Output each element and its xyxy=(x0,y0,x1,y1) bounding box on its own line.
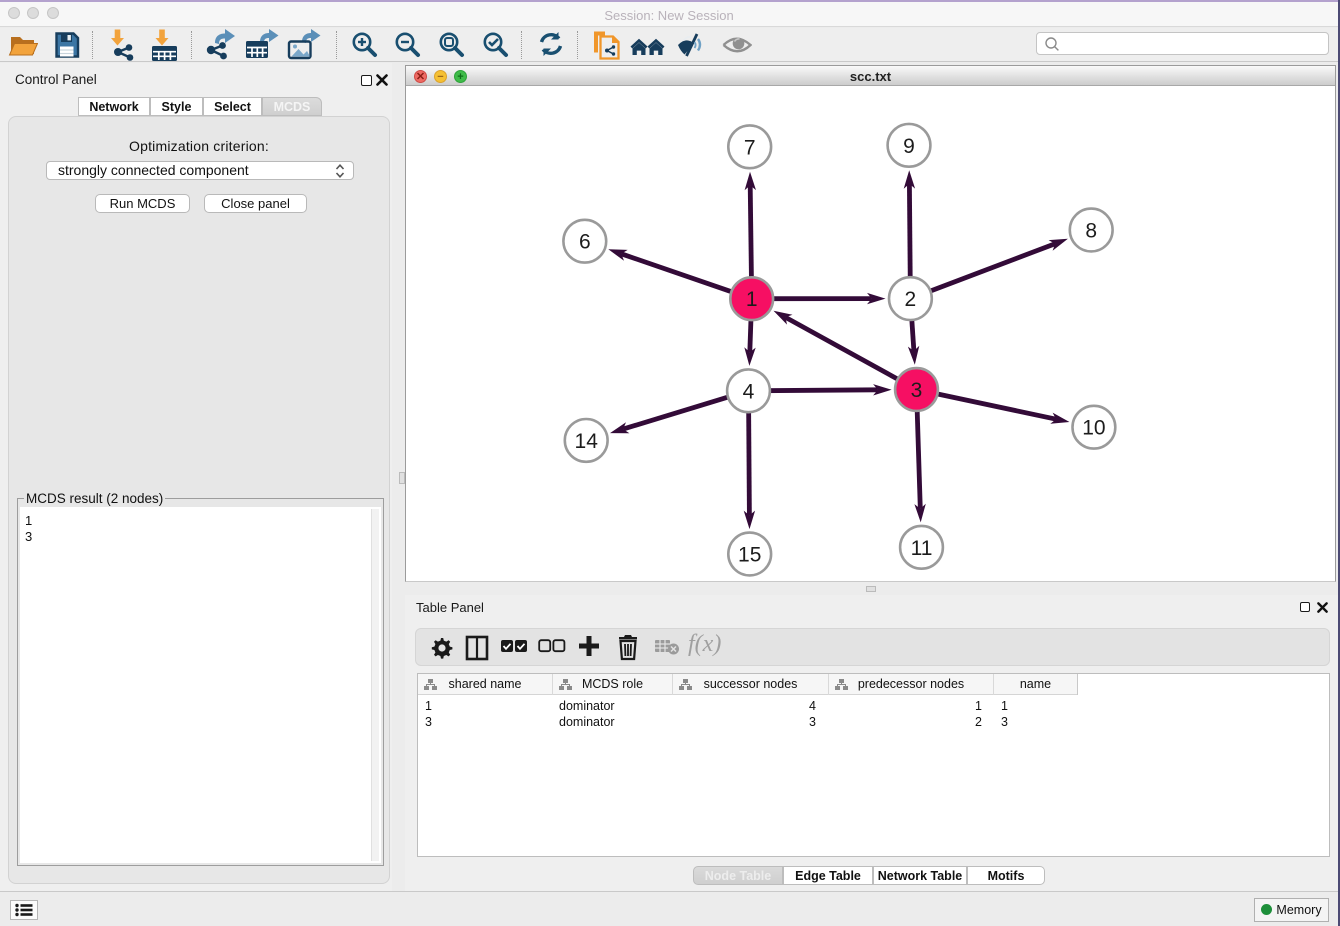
svg-text:7: 7 xyxy=(744,136,756,159)
svg-text:1: 1 xyxy=(746,288,758,311)
svg-text:6: 6 xyxy=(579,231,591,254)
svg-text:3: 3 xyxy=(911,379,923,402)
svg-text:2: 2 xyxy=(905,288,917,311)
svg-text:9: 9 xyxy=(903,135,915,158)
svg-text:8: 8 xyxy=(1085,220,1097,243)
svg-text:4: 4 xyxy=(743,380,755,403)
svg-text:14: 14 xyxy=(575,430,599,453)
svg-text:10: 10 xyxy=(1082,417,1105,440)
svg-text:11: 11 xyxy=(911,537,933,560)
svg-text:15: 15 xyxy=(738,544,761,567)
